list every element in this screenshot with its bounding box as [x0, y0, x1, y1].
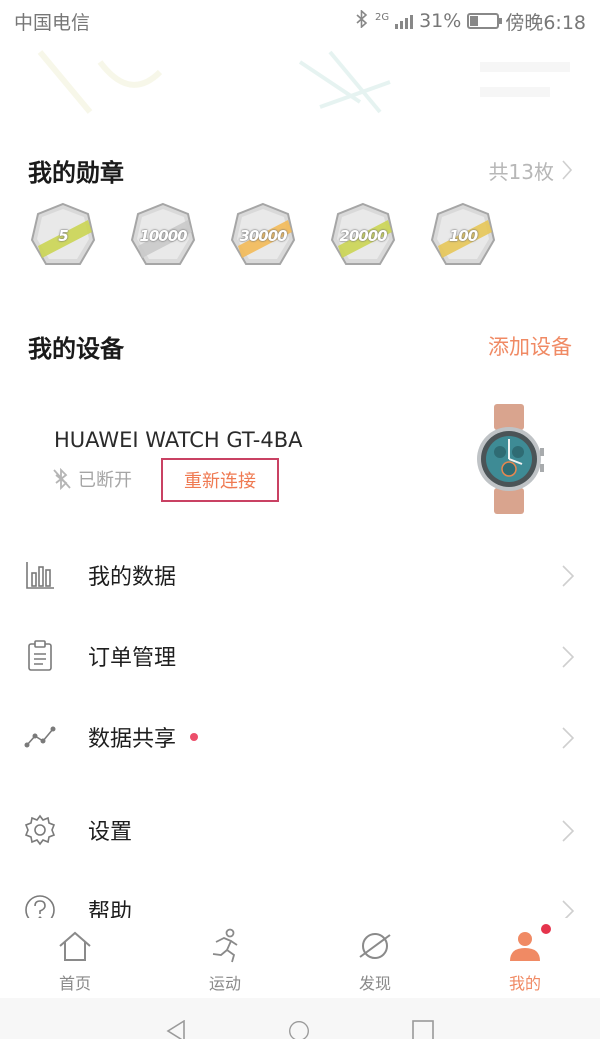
- menu-item[interactable]: 我的数据: [0, 545, 600, 605]
- medal-label: 5: [58, 227, 68, 245]
- medal-label: 100: [448, 227, 478, 245]
- tab-label: 首页: [58, 974, 91, 993]
- tab-label: 发现: [358, 974, 391, 993]
- running-icon: [207, 928, 243, 964]
- battery-icon: [467, 13, 503, 29]
- chevron-right-icon: [562, 727, 574, 749]
- notification-dot: [541, 924, 551, 934]
- network-type: 2G: [374, 12, 390, 23]
- status-bar: 中国电信 2G 31% 傍晚6:18: [0, 0, 600, 42]
- medals-count: 共13枚: [488, 159, 554, 184]
- device-name[interactable]: HUAWEI WATCH GT-4BA: [54, 428, 303, 452]
- battery-percent: 31%: [419, 10, 462, 32]
- menu-item[interactable]: 设置: [0, 800, 600, 860]
- carrier-label: 中国电信: [14, 11, 91, 34]
- devices-header: 我的设备 添加设备: [0, 326, 600, 366]
- bluetooth-icon: [355, 8, 369, 33]
- clipboard-icon: [24, 640, 56, 672]
- menu-item-label: 设置: [88, 820, 133, 845]
- medals-header: 我的勋章 共13枚: [0, 150, 600, 190]
- gear-icon: [24, 814, 56, 846]
- menu-item-label: 我的数据: [88, 565, 177, 590]
- menu-item-label: 数据共享: [88, 727, 177, 752]
- recents-icon[interactable]: [412, 1020, 434, 1039]
- tab-label: 我的: [508, 974, 541, 993]
- add-device-button[interactable]: 添加设备: [488, 331, 572, 361]
- chevron-right-icon: [562, 820, 574, 842]
- medal-badge[interactable]: 20000: [330, 202, 396, 270]
- medal-badge[interactable]: 10000: [130, 202, 196, 270]
- tab-home[interactable]: 首页: [0, 918, 150, 998]
- medals-title: 我的勋章: [28, 158, 124, 187]
- home-icon: [57, 928, 93, 964]
- menu-item-label: 订单管理: [88, 646, 177, 671]
- tab-person[interactable]: 我的: [450, 918, 600, 998]
- menu-item[interactable]: 数据共享: [0, 707, 600, 767]
- reconnect-button[interactable]: 重新连接: [161, 458, 279, 502]
- status-indicators: 2G 31% 傍晚6:18: [355, 8, 586, 35]
- device-status-label: 已断开: [78, 470, 132, 491]
- chevron-right-icon: [562, 565, 574, 587]
- menu-item[interactable]: 订单管理: [0, 626, 600, 686]
- medal-label: 30000: [239, 227, 287, 245]
- back-icon[interactable]: [166, 1019, 186, 1039]
- medal-badge[interactable]: 5: [30, 202, 96, 270]
- system-nav-bar: [0, 998, 600, 1039]
- medal-badge[interactable]: 100: [430, 202, 496, 270]
- medal-label: 20000: [339, 227, 387, 245]
- watch-image[interactable]: [470, 404, 548, 514]
- home-nav-icon[interactable]: [286, 1020, 312, 1039]
- tab-planet[interactable]: 发现: [300, 918, 450, 998]
- share-graph-icon: [24, 721, 56, 753]
- chevron-right-icon: [562, 160, 572, 180]
- tab-running[interactable]: 运动: [150, 918, 300, 998]
- chevron-right-icon: [562, 646, 574, 668]
- bar-chart-icon: [24, 559, 56, 591]
- medal-list: 5 10000 30000 20000 100: [30, 202, 496, 272]
- signal-icon: [395, 13, 414, 29]
- device-status: 已断开: [52, 466, 132, 492]
- planet-icon: [357, 928, 393, 964]
- tab-bar: 首页 运动 发现 我的: [0, 918, 600, 998]
- time-label: 傍晚6:18: [505, 11, 586, 34]
- medal-badge[interactable]: 30000: [230, 202, 296, 270]
- bluetooth-disconnected-icon: [53, 468, 71, 490]
- tab-label: 运动: [208, 974, 241, 993]
- header-decoration: [0, 42, 600, 122]
- medals-count-link[interactable]: 共13枚: [489, 156, 572, 185]
- battery-fill: [470, 16, 479, 26]
- medal-label: 10000: [139, 227, 187, 245]
- person-icon: [507, 928, 543, 964]
- notification-dot: [190, 733, 199, 741]
- devices-title: 我的设备: [28, 334, 124, 363]
